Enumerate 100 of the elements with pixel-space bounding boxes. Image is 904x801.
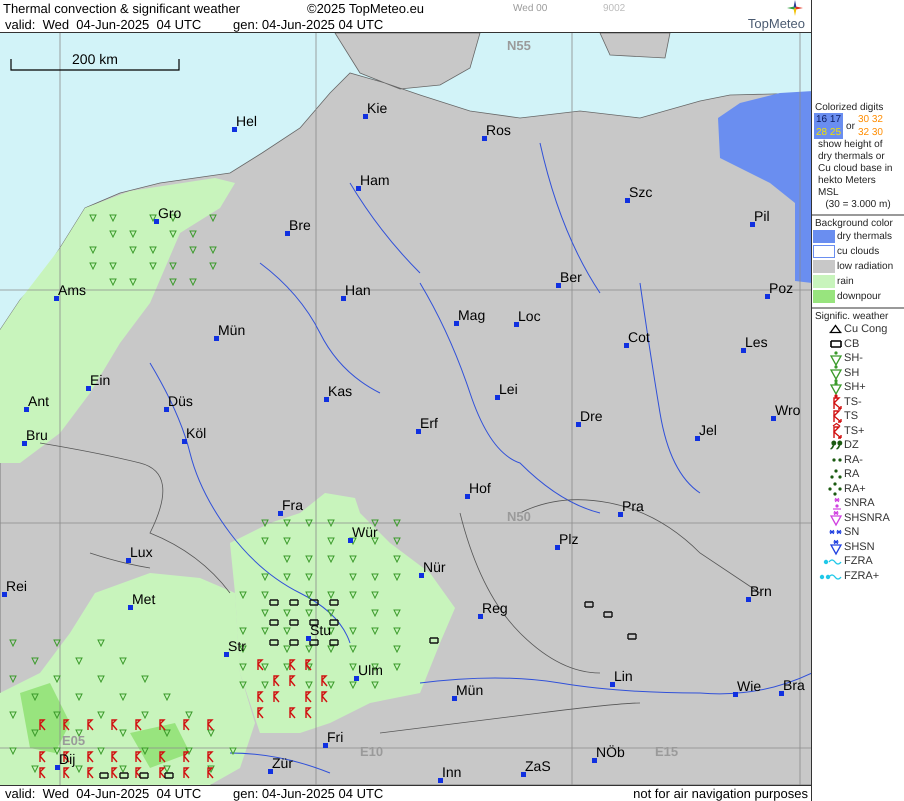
city-label: Ulm: [358, 662, 383, 678]
city-marker: [514, 322, 519, 327]
legend-label: SN: [844, 526, 860, 538]
city-label: Str: [228, 638, 246, 654]
weather-symbol-icon: [830, 365, 842, 380]
city-marker: [765, 294, 770, 299]
city-marker: [771, 416, 776, 421]
valid-time: valid: Wed 04-Jun-2025 04 UTC: [4, 786, 202, 801]
city-label: Lux: [130, 544, 153, 560]
city-marker: [341, 296, 346, 301]
city-marker: [556, 283, 561, 288]
disclaimer-text: not for air navigation purposes: [633, 786, 809, 801]
city-label: Köl: [186, 425, 206, 441]
legend-label: cu clouds: [837, 246, 880, 257]
legend-label: rain: [837, 276, 854, 287]
city-label: Stu: [310, 622, 332, 638]
weather-symbol-icon: [823, 558, 842, 564]
weather-symbol-icon: [832, 458, 842, 462]
city-marker: [363, 114, 368, 119]
city-marker: [576, 422, 581, 427]
city-marker: [324, 397, 329, 402]
city-marker: [306, 636, 311, 641]
city-marker: [24, 407, 29, 412]
city-label: Dij: [59, 751, 76, 767]
city-label: Fri: [327, 729, 344, 745]
city-marker: [356, 186, 361, 191]
city-marker: [750, 222, 755, 227]
city-marker: [454, 321, 459, 326]
city-label: Nür: [423, 559, 446, 575]
run-label: Wed 00: [513, 2, 548, 14]
city-marker: [182, 439, 187, 444]
city-label: Poz: [769, 280, 794, 296]
city-marker: [354, 676, 359, 681]
city-label: Inn: [442, 764, 462, 780]
legend-label: SH-: [844, 352, 863, 364]
city-label: Hel: [236, 113, 258, 129]
city-label: Ant: [28, 393, 50, 409]
generated-time: gen: 04-Jun-2025 04 UTC: [233, 786, 384, 801]
weather-symbol-icon: [819, 572, 842, 579]
legend-title: Colorized digits: [814, 102, 884, 113]
or-label: or: [846, 120, 855, 132]
weather-symbol-icon: [829, 529, 842, 536]
city-label: ZaS: [525, 758, 551, 774]
legend-label: DZ: [844, 439, 859, 452]
city-marker: [438, 778, 443, 783]
city-label: Fra: [282, 497, 303, 513]
city-marker: [610, 682, 615, 687]
city-label: Rei: [6, 578, 28, 594]
legend-label: RA+: [844, 482, 866, 495]
city-marker: [22, 441, 27, 446]
legend-label: RA-: [844, 454, 863, 466]
city-marker: [2, 592, 7, 597]
map-title: Thermal convection & significant weather: [2, 0, 242, 16]
city-marker: [779, 691, 784, 696]
city-label: Bru: [26, 427, 48, 443]
legend-title: Background color: [814, 218, 894, 229]
city-marker: [278, 511, 283, 516]
weather-symbol-icon: [833, 394, 842, 410]
city-label: NÖb: [596, 744, 625, 760]
city-label: Ein: [90, 372, 110, 388]
legend-label: SH: [844, 366, 860, 379]
legend-example: (30 = 3.000 m): [824, 199, 892, 211]
city-label: Jel: [699, 422, 717, 438]
city-marker: [55, 765, 60, 770]
compass-star-icon: [787, 0, 803, 16]
legend-label: SNRA: [844, 497, 875, 510]
city-label: Szc: [629, 184, 652, 200]
legend-note: show height of dry thermals or Cu cloud base in hekto Meters MSL: [817, 139, 894, 199]
legend-label: FZRA: [844, 555, 873, 568]
city-label: Bre: [289, 217, 311, 233]
city-marker: [695, 436, 700, 441]
grid-label: N55: [507, 38, 531, 53]
weather-symbol-icon: [830, 340, 842, 348]
grid-label: N50: [507, 509, 531, 524]
city-marker: [285, 231, 290, 236]
city-marker: [452, 696, 457, 701]
weather-symbol-icon: [833, 410, 842, 423]
city-label: Han: [345, 282, 371, 298]
digit-sample-box: 16 17 28 25: [814, 113, 844, 139]
copyright-text: ©2025 TopMeteo.eu: [307, 0, 426, 16]
city-marker: [232, 127, 237, 132]
weather-symbol-icon: [830, 379, 842, 396]
city-label: Mün: [218, 322, 246, 338]
city-label: Brn: [750, 583, 772, 599]
digit-sample: 32 30: [858, 126, 883, 139]
city-marker: [624, 343, 629, 348]
city-marker: [214, 336, 219, 341]
weather-symbol-icon: [829, 325, 842, 334]
city-marker: [465, 494, 470, 499]
city-marker: [555, 545, 560, 550]
city-label: Mün: [456, 682, 484, 698]
legend-label: SHSNRA: [844, 512, 890, 524]
city-marker: [482, 136, 487, 141]
city-label: Ber: [560, 269, 582, 285]
city-marker: [419, 573, 424, 578]
city-marker: [746, 597, 751, 602]
city-marker: [521, 772, 526, 777]
city-label: Dre: [580, 408, 603, 424]
city-label: Zür: [272, 755, 293, 771]
city-marker: [154, 219, 159, 224]
